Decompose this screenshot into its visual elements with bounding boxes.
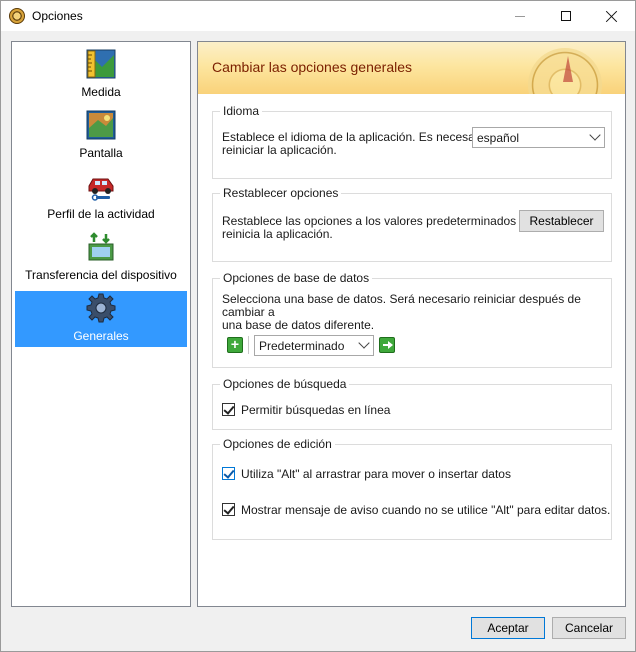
group-title: Idioma bbox=[220, 104, 263, 118]
database-group: Opciones de base de datos Selecciona una… bbox=[212, 271, 612, 368]
toolbar-separator bbox=[248, 336, 249, 354]
sidebar-item-generales[interactable]: Generales bbox=[15, 291, 187, 347]
select-value: Predeterminado bbox=[259, 339, 345, 353]
general-options-panel: Cambiar las opciones generales Idioma Es… bbox=[197, 41, 626, 607]
search-group: Opciones de búsqueda Permitir búsquedas … bbox=[212, 377, 612, 430]
compass-needle-icon bbox=[563, 56, 573, 82]
group-title: Opciones de edición bbox=[220, 437, 335, 451]
database-select[interactable]: Predeterminado bbox=[254, 335, 374, 356]
sidebar-item-label: Transferencia del dispositivo bbox=[25, 268, 177, 282]
options-sidebar: Medida Pantalla Perfil de la actividad T… bbox=[11, 41, 191, 607]
alt-drag-checkbox[interactable] bbox=[222, 467, 235, 480]
reset-button[interactable]: Restablecer bbox=[519, 210, 604, 232]
sidebar-item-label: Medida bbox=[81, 85, 121, 99]
alt-drag-label[interactable]: Utiliza "Alt" al arrastrar para mover o … bbox=[241, 468, 511, 481]
database-description: Selecciona una base de datos. Será neces… bbox=[222, 293, 611, 332]
options-window: Opciones Medida Pantalla Perfil de la ac… bbox=[0, 0, 636, 652]
minimize-button[interactable] bbox=[497, 1, 543, 31]
online-search-checkbox[interactable] bbox=[222, 403, 235, 416]
title-bar[interactable]: Opciones bbox=[1, 1, 635, 31]
sidebar-item-medida[interactable]: Medida bbox=[15, 47, 187, 103]
language-group: Idioma Establece el idioma de la aplicac… bbox=[212, 104, 612, 179]
close-button[interactable] bbox=[589, 1, 635, 31]
description-line: reiniciar la aplicación. bbox=[222, 143, 337, 157]
group-title: Restablecer opciones bbox=[220, 186, 342, 200]
car-wrench-icon bbox=[88, 178, 114, 201]
gear-icon bbox=[86, 293, 116, 323]
maximize-icon bbox=[561, 11, 571, 21]
editing-group: Opciones de edición Utiliza "Alt" al arr… bbox=[212, 437, 612, 540]
sidebar-item-transferencia[interactable]: Transferencia del dispositivo bbox=[15, 230, 187, 286]
compass-icon bbox=[9, 8, 25, 24]
go-database-button[interactable] bbox=[379, 337, 395, 353]
reset-description: Restablece las opciones a los valores pr… bbox=[222, 215, 526, 241]
online-search-label[interactable]: Permitir búsquedas en línea bbox=[241, 404, 390, 417]
add-database-button[interactable]: + bbox=[227, 337, 243, 353]
panel-title: Cambiar las opciones generales bbox=[212, 59, 412, 75]
minimize-icon bbox=[515, 15, 525, 17]
close-icon bbox=[606, 10, 618, 22]
window-title: Opciones bbox=[32, 9, 83, 23]
panel-banner: Cambiar las opciones generales bbox=[198, 42, 625, 94]
sidebar-item-label: Perfil de la actividad bbox=[47, 207, 155, 221]
accept-button[interactable]: Aceptar bbox=[471, 617, 545, 639]
group-title: Opciones de búsqueda bbox=[220, 377, 350, 391]
sidebar-item-pantalla[interactable]: Pantalla bbox=[15, 108, 187, 164]
alt-warning-label[interactable]: Mostrar mensaje de aviso cuando no se ut… bbox=[241, 504, 610, 517]
ruler-map-icon bbox=[86, 49, 116, 79]
sidebar-item-label: Generales bbox=[73, 329, 129, 343]
chevron-down-icon bbox=[589, 129, 601, 141]
description-line: una base de datos diferente. bbox=[222, 318, 375, 332]
device-transfer-icon bbox=[88, 232, 114, 261]
sidebar-item-label: Pantalla bbox=[79, 146, 123, 160]
display-map-icon bbox=[86, 110, 116, 140]
alt-warning-checkbox[interactable] bbox=[222, 503, 235, 516]
cancel-button[interactable]: Cancelar bbox=[552, 617, 626, 639]
maximize-button[interactable] bbox=[543, 1, 589, 31]
sidebar-item-perfil[interactable]: Perfil de la actividad bbox=[15, 169, 187, 225]
language-description: Establece el idioma de la aplicación. Es… bbox=[222, 131, 488, 157]
description-line: reinicia la aplicación. bbox=[222, 227, 333, 241]
group-title: Opciones de base de datos bbox=[220, 271, 373, 285]
select-value: español bbox=[477, 131, 520, 145]
language-select[interactable]: español bbox=[472, 127, 605, 148]
description-line: Selecciona una base de datos. Será neces… bbox=[222, 292, 581, 319]
chevron-down-icon bbox=[358, 337, 370, 349]
reset-group: Restablecer opciones Restablece las opci… bbox=[212, 186, 612, 262]
